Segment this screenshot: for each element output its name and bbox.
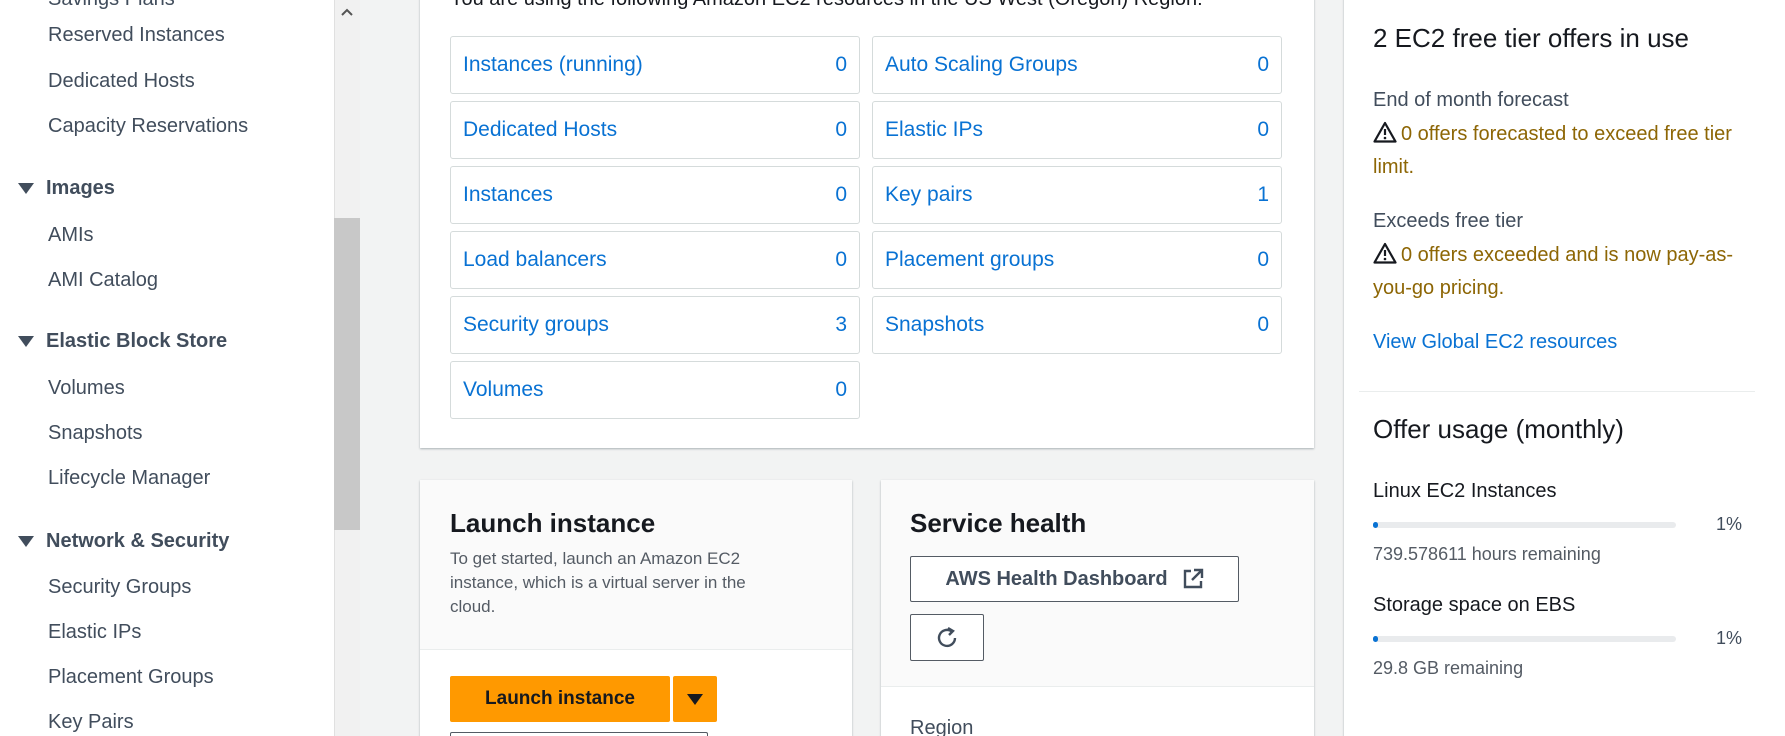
- usage-progress-fill: [1373, 522, 1378, 528]
- resource-label: Load balancers: [463, 248, 607, 271]
- resource-label: Instances: [463, 183, 553, 206]
- resource-count: 0: [1257, 118, 1269, 141]
- usage-percent: 1%: [1716, 514, 1743, 534]
- usage-progress-bar: [1373, 636, 1676, 642]
- resource-count: 0: [835, 378, 847, 401]
- caret-down-icon: [18, 536, 34, 547]
- launch-instance-dropdown-button[interactable]: [673, 676, 717, 722]
- sidebar-item-savings-plans[interactable]: Savings Plans: [48, 0, 175, 11]
- resource-label: Dedicated Hosts: [463, 118, 618, 141]
- usage-progress-fill: [1373, 636, 1378, 642]
- resource-label: Snapshots: [885, 313, 985, 336]
- resource-label: Key pairs: [885, 183, 973, 206]
- button-label: AWS Health Dashboard: [945, 567, 1168, 590]
- forecast-warning: 0 offers forecasted to exceed free tier …: [1373, 118, 1743, 184]
- resource-placement-groups[interactable]: Placement groups 0: [872, 231, 1282, 289]
- caret-down-icon: [687, 693, 703, 705]
- caret-down-icon: [18, 336, 34, 347]
- sidebar-item-placement-groups[interactable]: Placement Groups: [48, 666, 214, 689]
- section-title: Elastic Block Store: [46, 330, 228, 352]
- resource-count: 0: [835, 118, 847, 141]
- forecast-warning-text: 0 offers forecasted to exceed free tier …: [1373, 123, 1732, 178]
- resource-snapshots[interactable]: Snapshots 0: [872, 296, 1282, 354]
- exceeds-warning-text: 0 offers exceeded and is now pay-as-you-…: [1373, 244, 1734, 299]
- resource-count: 0: [835, 53, 847, 76]
- launch-title: Launch instance: [450, 508, 656, 538]
- resource-key-pairs[interactable]: Key pairs 1: [872, 166, 1282, 224]
- exceeds-warning: 0 offers exceeded and is now pay-as-you-…: [1373, 239, 1743, 305]
- sidebar-item-key-pairs[interactable]: Key Pairs: [48, 711, 134, 734]
- resources-intro: You are using the following Amazon EC2 r…: [450, 0, 1203, 11]
- resource-dedicated-hosts[interactable]: Dedicated Hosts 0: [450, 101, 860, 159]
- sidebar-section-network-security[interactable]: Network & Security: [18, 530, 229, 553]
- usage-remaining: 739.578611 hours remaining: [1373, 544, 1601, 564]
- resource-load-balancers[interactable]: Load balancers 0: [450, 231, 860, 289]
- resource-count: 0: [835, 183, 847, 206]
- chevron-up-icon: [341, 8, 353, 16]
- exceeds-label: Exceeds free tier: [1373, 210, 1524, 232]
- forecast-label: End of month forecast: [1373, 89, 1569, 111]
- resource-elastic-ips[interactable]: Elastic IPs 0: [872, 101, 1282, 159]
- usage-name: Linux EC2 Instances: [1373, 480, 1557, 502]
- sidebar-section-images[interactable]: Images: [18, 177, 115, 200]
- launch-description: To get started, launch an Amazon EC2 ins…: [450, 549, 746, 616]
- warning-icon: [1373, 121, 1397, 143]
- free-tier-panel: 2 EC2 free tier offers in use End of mon…: [1344, 0, 1785, 736]
- refresh-icon: [937, 626, 957, 647]
- aws-health-dashboard-button[interactable]: AWS Health Dashboard: [910, 556, 1239, 602]
- sidebar-item-snapshots[interactable]: Snapshots: [48, 422, 143, 445]
- scroll-up-button[interactable]: [334, 0, 360, 24]
- resource-instances-running[interactable]: Instances (running) 0: [450, 36, 860, 94]
- resource-instances[interactable]: Instances 0: [450, 166, 860, 224]
- sidebar-item-reserved-instances[interactable]: Reserved Instances: [48, 24, 225, 47]
- resource-count: 0: [1257, 53, 1269, 76]
- region-label: Region: [910, 717, 974, 736]
- migrate-server-button[interactable]: [450, 732, 708, 736]
- section-title: Network & Security: [46, 530, 230, 552]
- sidebar-item-lifecycle-manager[interactable]: Lifecycle Manager: [48, 467, 210, 490]
- usage-remaining: 29.8 GB remaining: [1373, 658, 1524, 678]
- usage-percent: 1%: [1716, 628, 1743, 648]
- resource-count: 1: [1257, 183, 1269, 206]
- warning-icon: [1373, 242, 1397, 264]
- sidebar-item-dedicated-hosts[interactable]: Dedicated Hosts: [48, 70, 195, 93]
- resources-panel: You are using the following Amazon EC2 r…: [420, 0, 1314, 448]
- resource-count: 0: [835, 248, 847, 271]
- sidebar-section-elastic-block-store[interactable]: Elastic Block Store: [18, 330, 227, 353]
- section-title: Images: [46, 177, 115, 199]
- launch-instance-panel: Launch instance To get started, launch a…: [420, 480, 852, 736]
- service-health-title: Service health: [910, 508, 1087, 538]
- launch-instance-button[interactable]: Launch instance: [450, 676, 670, 722]
- scrollbar-thumb[interactable]: [334, 218, 360, 530]
- sidebar-item-elastic-ips[interactable]: Elastic IPs: [48, 621, 141, 644]
- resource-label: Elastic IPs: [885, 118, 984, 141]
- navigation-sidebar: Savings Plans Reserved Instances Dedicat…: [0, 0, 334, 736]
- resource-count: 0: [1257, 313, 1269, 336]
- resource-label: Security groups: [463, 313, 609, 336]
- divider: [1359, 391, 1755, 392]
- sidebar-item-amis[interactable]: AMIs: [48, 224, 94, 247]
- resource-label: Auto Scaling Groups: [885, 53, 1078, 76]
- usage-progress-bar: [1373, 522, 1676, 528]
- refresh-button[interactable]: [910, 614, 984, 661]
- resource-label: Instances (running): [463, 53, 643, 76]
- external-link-icon: [1183, 568, 1203, 589]
- offer-usage-title: Offer usage (monthly): [1373, 414, 1624, 444]
- free-tier-title: 2 EC2 free tier offers in use: [1373, 23, 1690, 53]
- caret-down-icon: [18, 183, 34, 194]
- resource-label: Placement groups: [885, 248, 1055, 271]
- sidebar-item-volumes[interactable]: Volumes: [48, 377, 125, 400]
- usage-name: Storage space on EBS: [1373, 594, 1576, 616]
- resource-security-groups[interactable]: Security groups 3: [450, 296, 860, 354]
- resource-count: 0: [1257, 248, 1269, 271]
- view-global-ec2-resources-link[interactable]: View Global EC2 resources: [1373, 331, 1617, 354]
- resource-count: 3: [835, 313, 847, 336]
- resource-label: Volumes: [463, 378, 544, 401]
- service-health-panel: Service health AWS Health Dashboard Regi…: [881, 480, 1314, 736]
- resource-auto-scaling-groups[interactable]: Auto Scaling Groups 0: [872, 36, 1282, 94]
- resource-volumes[interactable]: Volumes 0: [450, 361, 860, 419]
- sidebar-item-ami-catalog[interactable]: AMI Catalog: [48, 269, 158, 292]
- sidebar-item-security-groups[interactable]: Security Groups: [48, 576, 191, 599]
- sidebar-item-capacity-reservations[interactable]: Capacity Reservations: [48, 115, 248, 138]
